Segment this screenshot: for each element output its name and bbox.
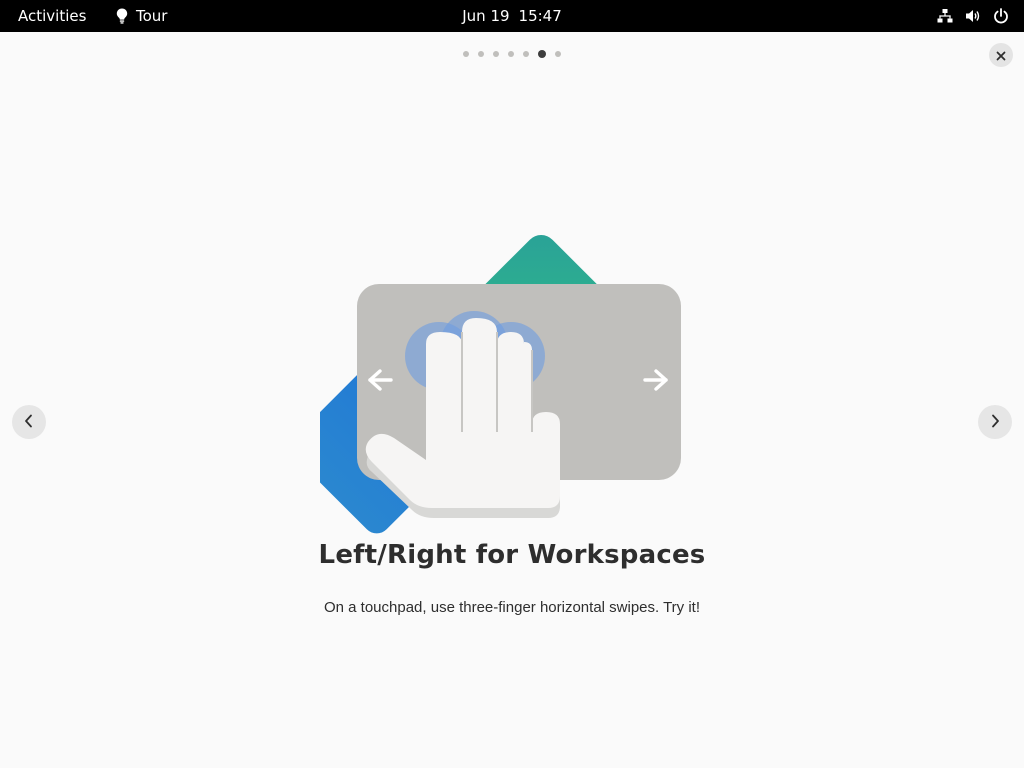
page-indicator [0, 50, 1024, 58]
network-icon [936, 7, 954, 25]
previous-page-button[interactable] [12, 405, 46, 439]
volume-icon [964, 7, 982, 25]
page-dot-5[interactable] [523, 51, 529, 57]
top-bar: Activities Tour Jun 19 15:47 [0, 0, 1024, 32]
date-label: Jun 19 [462, 7, 510, 25]
page-dot-1[interactable] [463, 51, 469, 57]
clock-button[interactable]: Jun 19 15:47 [452, 3, 572, 29]
page-dot-6[interactable] [538, 50, 546, 58]
app-name: Tour [136, 7, 168, 25]
page-dot-3[interactable] [493, 51, 499, 57]
page-dot-7[interactable] [555, 51, 561, 57]
next-page-button[interactable] [978, 405, 1012, 439]
tour-window: Left/Right for Workspaces On a touchpad,… [0, 32, 1024, 768]
activities-button[interactable]: Activities [6, 3, 98, 29]
page-description: On a touchpad, use three-finger horizont… [323, 599, 701, 616]
lightbulb-icon [116, 8, 128, 24]
power-icon [992, 7, 1010, 25]
chevron-left-icon [23, 413, 35, 432]
system-menu-button[interactable] [930, 3, 1016, 29]
time-label: 15:47 [518, 7, 562, 25]
workspace-swipe-illustration [320, 235, 681, 534]
page-dot-4[interactable] [508, 51, 514, 57]
close-button[interactable] [989, 43, 1013, 67]
chevron-right-icon [989, 413, 1001, 432]
app-menu-button[interactable]: Tour [108, 3, 175, 29]
page-title: Left/Right for Workspaces [318, 540, 706, 570]
close-icon [996, 46, 1006, 65]
page-dot-2[interactable] [478, 51, 484, 57]
